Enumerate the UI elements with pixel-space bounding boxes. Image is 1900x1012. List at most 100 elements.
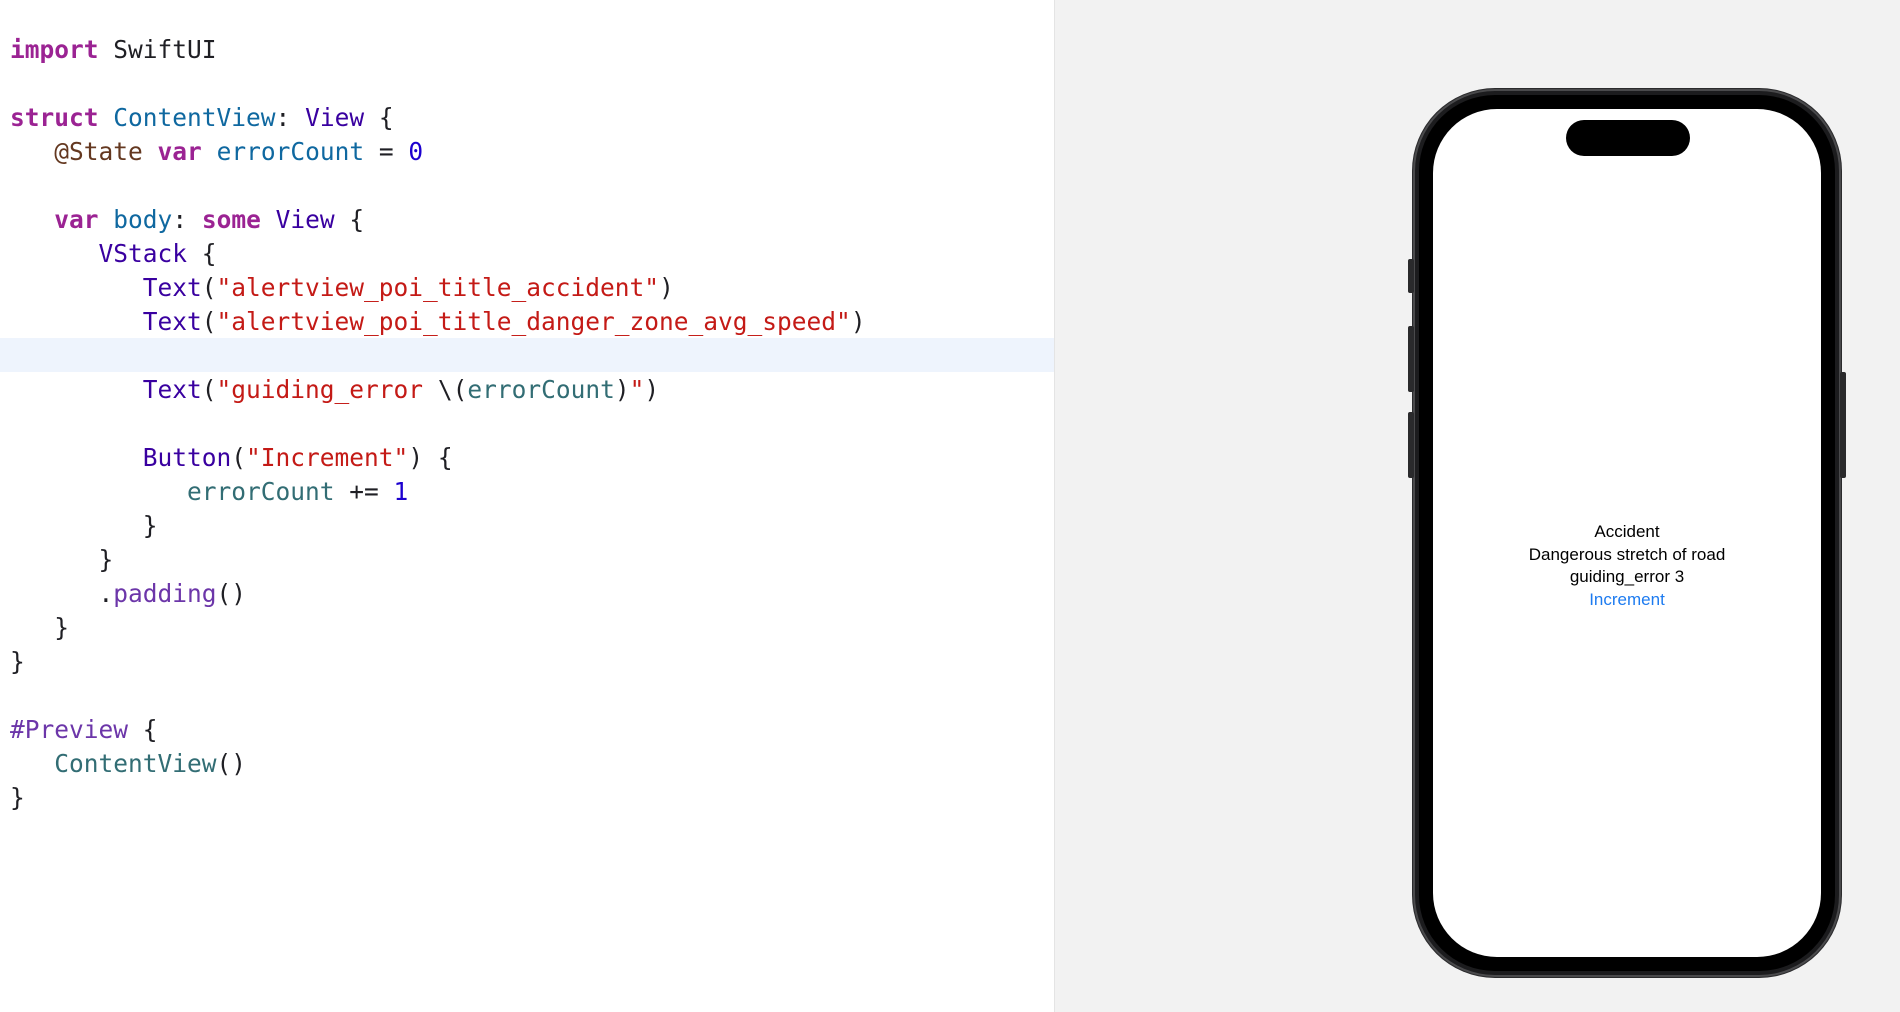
dot: . <box>98 579 114 608</box>
string-literal: "alertview_poi_title_accident" <box>216 273 660 302</box>
number-literal: 0 <box>408 137 424 166</box>
type-text: Text <box>142 307 202 336</box>
colon: : <box>275 103 306 132</box>
code-line-1[interactable]: import SwiftUI <box>0 33 1054 67</box>
paren: () <box>216 579 247 608</box>
macro-preview: #Preview <box>10 715 129 744</box>
iphone-device-frame: Accident Dangerous stretch of road guidi… <box>1408 89 1846 977</box>
code-line-9[interactable]: Text("alertview_poi_title_danger_zone_av… <box>0 305 1054 339</box>
code-line-8[interactable]: Text("alertview_poi_title_accident") <box>0 271 1054 305</box>
volume-up-button <box>1408 326 1414 392</box>
code-line-19[interactable]: } <box>0 645 1054 679</box>
brace: { <box>187 239 217 268</box>
interpolation-close: ) <box>614 375 630 404</box>
code-line-22[interactable]: ContentView() <box>0 747 1054 781</box>
code-line-17[interactable]: .padding() <box>0 577 1054 611</box>
brace: { <box>128 715 158 744</box>
code-line-15[interactable]: } <box>0 509 1054 543</box>
string-literal: "alertview_poi_title_danger_zone_avg_spe… <box>216 307 851 336</box>
paren: ( <box>201 375 217 404</box>
danger-zone-text: Dangerous stretch of road <box>1528 544 1726 564</box>
var-errorcount-ref: errorCount <box>187 477 335 506</box>
guiding-error-text: guiding_error 3 <box>1569 567 1685 586</box>
paren: ) <box>644 375 660 404</box>
type-vstack: VStack <box>98 239 188 268</box>
paren: () <box>216 749 247 778</box>
code-line-23[interactable]: } <box>0 781 1054 815</box>
code-line-4[interactable]: @State var errorCount = 0 <box>0 135 1054 169</box>
attribute-state: @State <box>54 137 143 166</box>
type-contentview-ref: ContentView <box>54 749 217 778</box>
type-button: Button <box>142 443 232 472</box>
side-power-button <box>1840 372 1846 478</box>
code-line-10[interactable] <box>0 339 1054 373</box>
paren-brace: ) { <box>408 443 453 472</box>
var-errorcount: errorCount <box>216 137 365 166</box>
phone-screen[interactable]: Accident Dangerous stretch of road guidi… <box>1433 109 1821 957</box>
code-line-5[interactable] <box>0 169 1054 203</box>
var-body: body <box>113 205 173 234</box>
vstack-content: Accident Dangerous stretch of road guidi… <box>1433 521 1821 611</box>
code-line-20[interactable] <box>0 679 1054 713</box>
paren: ) <box>850 307 866 336</box>
keyword-var: var <box>157 137 202 166</box>
code-line-14[interactable]: errorCount += 1 <box>0 475 1054 509</box>
code-line-21[interactable]: #Preview { <box>0 713 1054 747</box>
code-line-2[interactable] <box>0 67 1054 101</box>
code-line-6[interactable]: var body: some View { <box>0 203 1054 237</box>
accident-text: Accident <box>1594 522 1660 541</box>
keyword-var: var <box>54 205 99 234</box>
var-errorcount-ref: errorCount <box>467 375 615 404</box>
keyword-import: import <box>10 35 99 64</box>
protocol-view: View <box>305 103 365 132</box>
number-literal: 1 <box>393 477 409 506</box>
preview-canvas[interactable]: Accident Dangerous stretch of road guidi… <box>1054 0 1900 1012</box>
type-text: Text <box>142 375 202 404</box>
brace: { <box>364 103 394 132</box>
string-quote: " <box>629 375 645 404</box>
brace: { <box>334 205 365 234</box>
colon: : <box>172 205 202 234</box>
paren: ) <box>659 273 674 302</box>
code-line-12[interactable] <box>0 407 1054 441</box>
module-name: SwiftUI <box>98 35 217 64</box>
interpolation-open: \( <box>437 375 468 404</box>
string-literal: "Increment" <box>246 443 409 472</box>
brace: } <box>98 545 114 574</box>
code-line-13[interactable]: Button("Increment") { <box>0 441 1054 475</box>
keyword-struct: struct <box>10 103 99 132</box>
xcode-window: import SwiftUI struct ContentView: View … <box>0 0 1900 1012</box>
method-padding: padding <box>113 579 217 608</box>
paren: ( <box>201 273 217 302</box>
source-code[interactable]: import SwiftUI struct ContentView: View … <box>0 33 1054 815</box>
code-line-16[interactable]: } <box>0 543 1054 577</box>
code-line-7[interactable]: VStack { <box>0 237 1054 271</box>
string-literal: "guiding_error <box>216 375 438 404</box>
type-text: Text <box>142 273 202 302</box>
increment-button[interactable]: Increment <box>1433 589 1821 612</box>
code-line-11[interactable]: Text("guiding_error \(errorCount)") <box>0 373 1054 407</box>
dynamic-island <box>1566 120 1690 156</box>
keyword-some: some <box>201 205 261 234</box>
brace: } <box>54 613 70 642</box>
assign: = <box>364 137 409 166</box>
volume-down-button <box>1408 412 1414 478</box>
code-line-3[interactable]: struct ContentView: View { <box>0 101 1054 135</box>
code-line-18[interactable]: } <box>0 611 1054 645</box>
code-editor[interactable]: import SwiftUI struct ContentView: View … <box>0 0 1054 1012</box>
